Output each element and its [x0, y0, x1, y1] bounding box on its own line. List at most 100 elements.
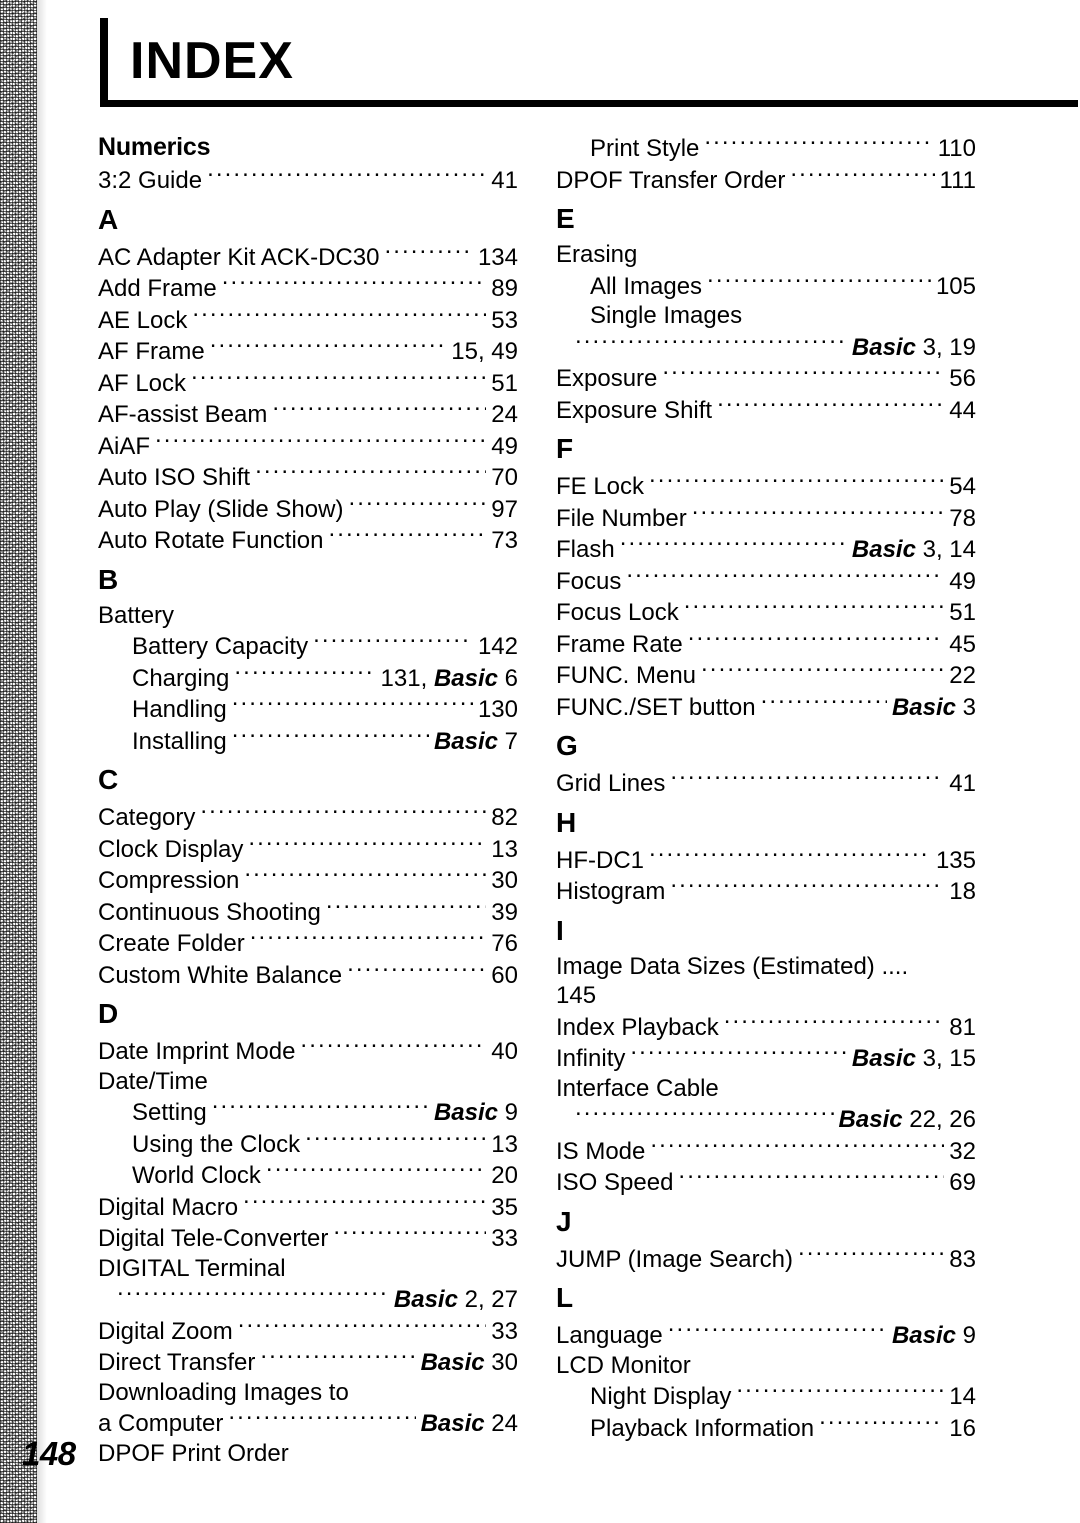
- entry-label: Clock Display: [98, 835, 244, 863]
- dot-leader: [684, 596, 945, 620]
- entry-label: Histogram: [556, 878, 666, 905]
- entry-label: Category: [98, 804, 196, 831]
- entry-page-ref: 33: [491, 1225, 518, 1252]
- section-letter-b: B: [98, 563, 119, 595]
- entry-page-ref: 83: [949, 1245, 976, 1273]
- entry-label: Add Frame: [98, 275, 217, 302]
- index-entry: Digital Zoom 33: [98, 1315, 518, 1347]
- entry-page-ref: 145: [556, 982, 597, 1009]
- dot-leader: [707, 270, 931, 294]
- entry-label: ISO Speed: [556, 1169, 674, 1196]
- dot-leader: [575, 1103, 834, 1127]
- dot-leader: [761, 691, 887, 715]
- index-entry: Category 82: [98, 801, 518, 833]
- index-entry: All Images 105: [556, 270, 976, 302]
- dot-leader: [347, 959, 486, 983]
- entry-page-ref: 82: [491, 804, 518, 831]
- index-entry: FUNC./SET button Basic 3: [556, 691, 976, 723]
- entry-page-ref: 53: [491, 306, 518, 334]
- index-column-right: Print Style 110 DPOF Transfer Order 111 E Era…: [556, 132, 976, 1443]
- entry-label: FUNC. Menu: [556, 662, 697, 689]
- index-entry-heading: Downloading Images to: [98, 1378, 349, 1406]
- entry-page-ref: 13: [491, 835, 518, 863]
- entry-page-ref: 60: [491, 961, 518, 989]
- index-entry: HF-DC1 135: [556, 844, 976, 876]
- dot-leader: [191, 367, 486, 391]
- index-entry: AF-assist Beam 24: [98, 398, 518, 430]
- index-entry: Focus 49: [556, 565, 976, 597]
- dot-leader: [238, 1315, 487, 1339]
- entry-page-ref: Basic 7: [433, 727, 518, 755]
- entry-page-ref: 56: [949, 365, 976, 392]
- dot-leader: [200, 801, 486, 825]
- dot-leader: [313, 630, 473, 654]
- entry-label: Custom White Balance: [98, 961, 343, 989]
- index-entry: JUMP (Image Search) 83: [556, 1243, 976, 1275]
- dot-leader: [626, 565, 944, 589]
- page-title: INDEX: [130, 32, 294, 90]
- entry-label: Auto Play (Slide Show): [98, 495, 344, 523]
- dot-leader: [117, 1283, 389, 1307]
- basic-ref: Basic: [420, 1349, 485, 1376]
- dot-leader: [649, 470, 944, 494]
- dot-leader: [250, 927, 487, 951]
- index-entry-heading: Erasing: [556, 241, 638, 268]
- dot-leader: [272, 398, 486, 422]
- entry-label: Digital Zoom: [98, 1317, 233, 1345]
- index-header: INDEX: [100, 18, 1078, 107]
- entry-page-ref: Basic 2, 27: [393, 1286, 518, 1313]
- entry-page-ref: 22: [949, 662, 976, 689]
- basic-ref: Basic: [433, 664, 498, 692]
- entry-label: Battery Capacity: [132, 633, 309, 660]
- index-entry: Basic 2, 27: [98, 1283, 518, 1315]
- entry-label: Using the Clock: [132, 1130, 301, 1158]
- index-entry: Direct Transfer Basic 30: [98, 1346, 518, 1378]
- entry-page-ref: Basic 24: [420, 1410, 518, 1437]
- index-entry: Auto Play (Slide Show) 97: [98, 493, 518, 525]
- entry-label: 3:2 Guide: [98, 167, 203, 194]
- dot-leader: [668, 1319, 887, 1343]
- index-entry: Using the Clock 13: [98, 1128, 518, 1160]
- header-horizontal-rule: [100, 100, 1078, 107]
- dot-leader: [234, 662, 375, 686]
- dot-leader: [790, 164, 934, 188]
- dot-leader: [328, 524, 486, 548]
- dot-leader: [575, 331, 847, 355]
- entry-page-ref: Basic 3, 19: [851, 333, 976, 361]
- entry-label: Handling: [132, 696, 227, 723]
- entry-label: File Number: [556, 504, 687, 532]
- index-entry: Basic 3, 19: [556, 331, 976, 363]
- entry-label: AF Lock: [98, 369, 187, 397]
- basic-ref: Basic: [851, 536, 916, 563]
- entry-page-ref: 105: [935, 272, 976, 300]
- entry-label: Flash: [556, 536, 615, 563]
- entry-page-ref: 15, 49: [451, 338, 518, 365]
- entry-label: Charging: [132, 664, 230, 692]
- entry-label: Playback Information: [590, 1414, 815, 1442]
- entry-page-ref: 76: [491, 930, 518, 957]
- dot-leader: [255, 461, 486, 485]
- index-entry-heading: LCD Monitor: [556, 1351, 691, 1379]
- dot-leader: [222, 272, 487, 296]
- dot-leader: [232, 725, 429, 749]
- index-entry-heading: DPOF Print Order: [98, 1439, 289, 1467]
- scan-edge-shadow: [0, 0, 37, 1523]
- dot-leader: [228, 1407, 415, 1431]
- index-entry: Custom White Balance 60: [98, 959, 518, 991]
- basic-ref: Basic: [433, 727, 498, 755]
- entry-label: Focus Lock: [556, 599, 679, 626]
- dot-leader: [266, 1159, 486, 1183]
- dot-leader: [704, 132, 932, 156]
- dot-leader: [650, 1135, 944, 1159]
- entry-label: AF Frame: [98, 338, 205, 365]
- dot-leader: [212, 1096, 429, 1120]
- entry-label: Image Data Sizes (Estimated) ....: [556, 952, 909, 980]
- dot-leader: [630, 1042, 847, 1066]
- section-letter-h: H: [556, 806, 577, 838]
- dot-leader: [326, 896, 486, 920]
- index-entry: 3:2 Guide 41: [98, 164, 518, 196]
- entry-page-ref: Basic 30: [420, 1349, 518, 1376]
- dot-leader: [649, 844, 931, 868]
- index-entry: Battery Capacity 142: [98, 630, 518, 662]
- entry-page-ref: 51: [491, 369, 518, 397]
